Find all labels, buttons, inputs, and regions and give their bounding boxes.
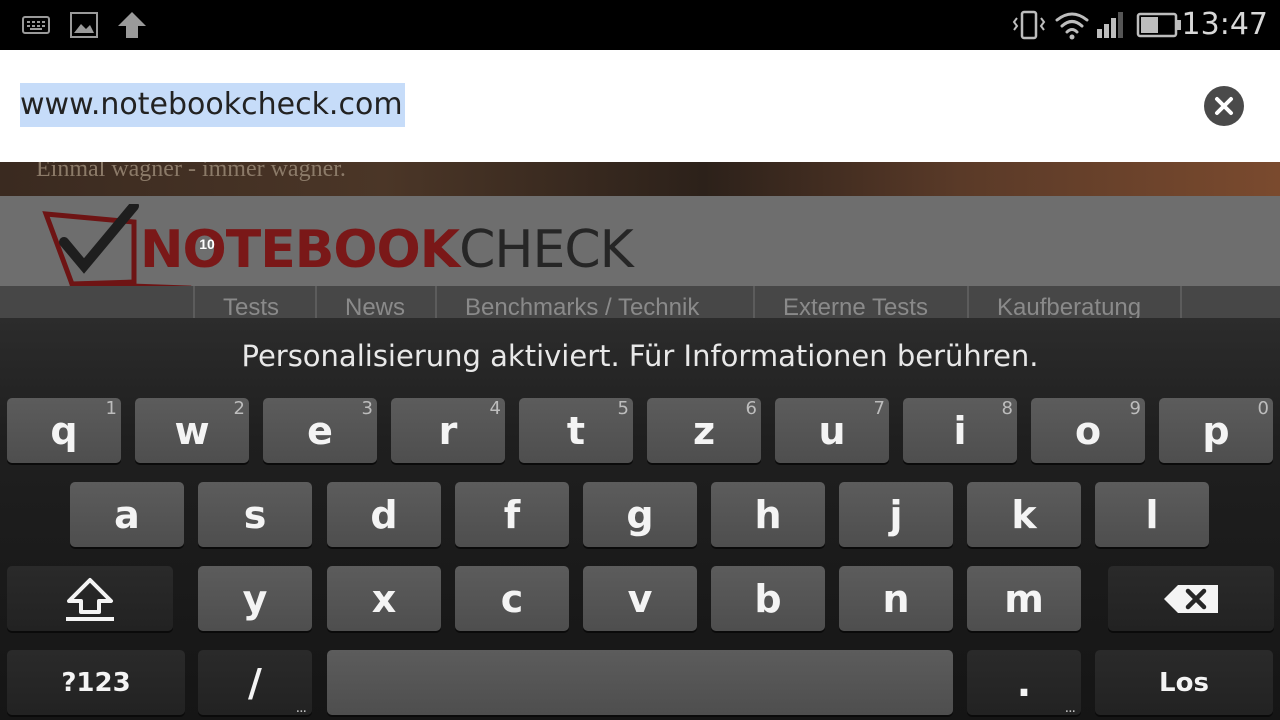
key-w[interactable]: w2 <box>135 398 249 463</box>
key-k[interactable]: k <box>967 482 1081 547</box>
key-c[interactable]: c <box>455 566 569 631</box>
key-j[interactable]: j <box>839 482 953 547</box>
symbols-key[interactable]: ?123 <box>7 650 185 715</box>
key-z[interactable]: z6 <box>647 398 761 463</box>
nav-item-news[interactable]: News <box>315 286 435 318</box>
shift-arrow-icon <box>7 566 173 631</box>
nav-item-benchmarks[interactable]: Benchmarks / Technik <box>435 286 753 318</box>
key-g[interactable]: g <box>583 482 697 547</box>
suggestion-strip[interactable]: Personalisierung aktiviert. Für Informat… <box>0 318 1280 394</box>
enter-key[interactable]: Los <box>1095 650 1273 715</box>
key-u[interactable]: u7 <box>775 398 889 463</box>
key-s[interactable]: s <box>198 482 312 547</box>
key-r[interactable]: r4 <box>391 398 505 463</box>
banner-image: Einmal wagner - immer wagner. <box>0 162 1280 196</box>
battery-icon <box>1136 0 1182 50</box>
key-n[interactable]: n <box>839 566 953 631</box>
url-bar[interactable]: www.notebookcheck.com <box>0 50 1280 162</box>
key-d[interactable]: d <box>327 482 441 547</box>
nav-item-externe-tests[interactable]: Externe Tests <box>753 286 967 318</box>
nav-item-tests[interactable]: Tests <box>193 286 315 318</box>
webpage-content: Einmal wagner - immer wagner. NOTEBOOKCH… <box>0 162 1280 318</box>
shift-key[interactable] <box>7 566 173 631</box>
wifi-icon <box>1054 0 1090 50</box>
nav-item-kaufberatung[interactable]: Kaufberatung <box>967 286 1182 318</box>
signal-icon <box>1094 0 1126 50</box>
key-o[interactable]: o9 <box>1031 398 1145 463</box>
vibrate-icon <box>1012 0 1046 50</box>
logo-badge: 10 <box>199 236 215 252</box>
banner-text: Einmal wagner - immer wagner. <box>36 162 346 182</box>
soft-keyboard: Personalisierung aktiviert. Für Informat… <box>0 318 1280 720</box>
key-a[interactable]: a <box>70 482 184 547</box>
clock: 13:47 <box>1181 7 1268 42</box>
upload-icon <box>116 0 148 50</box>
url-input[interactable]: www.notebookcheck.com <box>20 83 405 127</box>
key-y[interactable]: y <box>198 566 312 631</box>
key-q[interactable]: q1 <box>7 398 121 463</box>
space-key[interactable] <box>327 650 953 715</box>
period-key[interactable]: .... <box>967 650 1081 716</box>
status-bar: 13:47 <box>0 0 1280 50</box>
site-nav: Tests News Benchmarks / Technik Externe … <box>0 286 1280 318</box>
key-i[interactable]: i8 <box>903 398 1017 463</box>
key-h[interactable]: h <box>711 482 825 547</box>
key-x[interactable]: x <box>327 566 441 631</box>
close-circle-icon[interactable] <box>1204 86 1244 126</box>
keyboard-icon <box>22 0 50 50</box>
key-t[interactable]: t5 <box>519 398 633 463</box>
image-icon <box>70 0 98 50</box>
key-l[interactable]: l <box>1095 482 1209 547</box>
key-f[interactable]: f <box>455 482 569 547</box>
slash-key[interactable]: /... <box>198 650 312 716</box>
key-b[interactable]: b <box>711 566 825 631</box>
backspace-key[interactable] <box>1108 566 1274 631</box>
key-e[interactable]: e3 <box>263 398 377 463</box>
key-p[interactable]: p0 <box>1159 398 1273 463</box>
key-m[interactable]: m <box>967 566 1081 631</box>
site-header: NOTEBOOKCHECK 10 <box>0 196 1280 314</box>
key-v[interactable]: v <box>583 566 697 631</box>
backspace-icon <box>1108 566 1274 631</box>
